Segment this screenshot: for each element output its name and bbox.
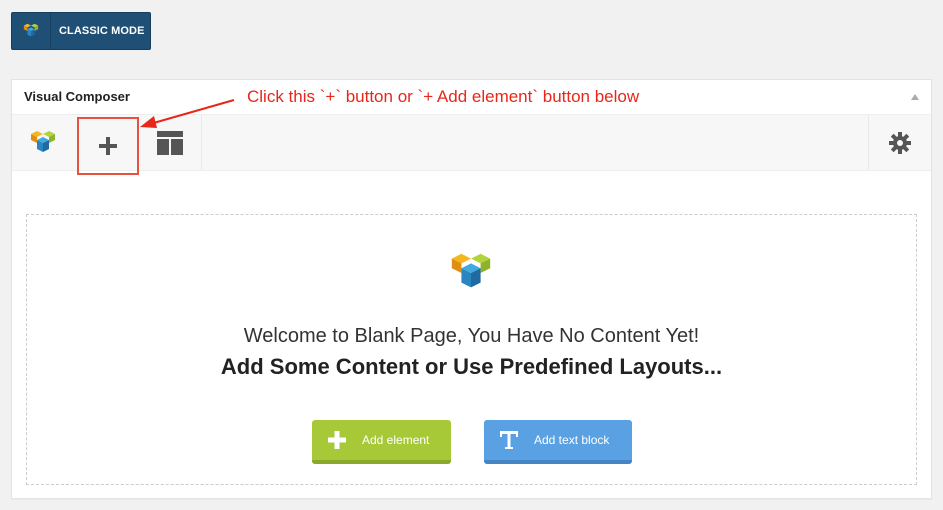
add-element-label: Add element [362, 433, 430, 447]
gear-icon [889, 131, 911, 154]
plus-icon [99, 137, 117, 155]
welcome-heading: Welcome to Blank Page, You Have No Conte… [243, 325, 700, 347]
collapse-arrow-icon[interactable] [911, 94, 919, 100]
plus-icon [312, 430, 362, 450]
settings-button[interactable] [868, 115, 931, 170]
composer-toolbar [12, 115, 931, 175]
text-t-icon [484, 429, 534, 451]
add-text-block-button[interactable]: Add text block [484, 420, 632, 464]
add-element-toolbar-button[interactable] [77, 117, 139, 175]
add-text-block-label: Add text block [534, 433, 610, 447]
vc-logo-icon [447, 249, 495, 302]
add-element-button[interactable]: Add element [312, 420, 451, 464]
vc-logo-icon [12, 13, 51, 49]
empty-content-area: Welcome to Blank Page, You Have No Conte… [26, 214, 917, 485]
classic-mode-label: CLASSIC MODE [59, 25, 145, 37]
annotation-callout: Click this `+` button or `+ Add element`… [247, 87, 640, 106]
vc-logo-icon [12, 115, 74, 170]
templates-button[interactable] [139, 115, 202, 170]
layout-icon [157, 130, 183, 155]
panel-header: Visual Composer Click this `+` button or… [12, 80, 931, 115]
classic-mode-button[interactable]: CLASSIC MODE [11, 12, 151, 50]
panel-title: Visual Composer [24, 89, 130, 104]
welcome-subheading: Add Some Content or Use Predefined Layou… [220, 354, 723, 379]
visual-composer-panel: Visual Composer Click this `+` button or… [11, 79, 932, 499]
